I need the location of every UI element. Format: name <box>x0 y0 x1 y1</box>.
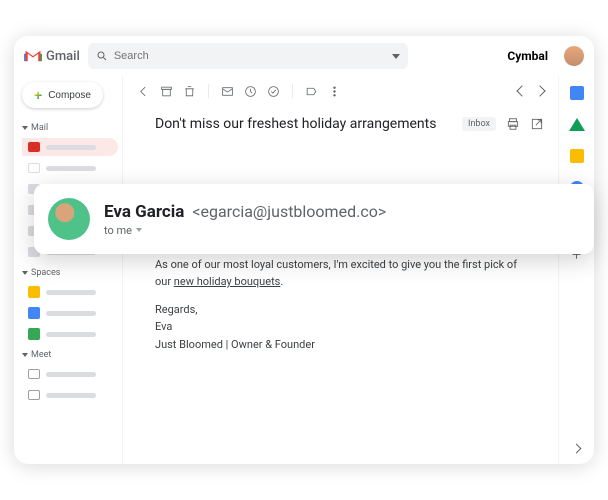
open-new-window-icon[interactable] <box>530 117 544 131</box>
recipient-line[interactable]: to me <box>104 224 386 237</box>
sender-avatar[interactable] <box>48 198 90 240</box>
back-icon[interactable] <box>137 85 150 98</box>
section-meet[interactable]: Meet <box>22 350 118 360</box>
sender-name: Eva Garcia <box>104 202 184 222</box>
bouquets-link[interactable]: new holiday bouquets <box>174 275 281 288</box>
section-spaces[interactable]: Spaces <box>22 268 118 278</box>
sidebar-item[interactable] <box>22 159 118 177</box>
plus-icon: + <box>34 88 42 102</box>
sender-email: <egarcia@justbloomed.co> <box>192 202 386 221</box>
main-pane: Don't miss our freshest holiday arrangem… <box>122 76 558 464</box>
body: + Compose Mail <box>14 76 594 464</box>
caret-icon <box>22 126 28 130</box>
sidebar-space[interactable] <box>22 304 118 322</box>
space-icon <box>28 286 40 298</box>
section-mail[interactable]: Mail <box>22 123 118 133</box>
video-icon <box>28 369 40 379</box>
toolbar <box>123 76 558 106</box>
space-icon <box>28 307 40 319</box>
keep-icon[interactable] <box>570 149 584 163</box>
gmail-logo[interactable]: Gmail <box>24 49 80 64</box>
right-rail: + <box>558 76 594 464</box>
print-icon[interactable] <box>506 117 520 131</box>
email-paragraph: As one of our most loyal customers, I'm … <box>155 256 526 291</box>
add-task-icon[interactable] <box>267 85 280 98</box>
compose-button[interactable]: + Compose <box>22 82 103 108</box>
snooze-icon[interactable] <box>244 85 257 98</box>
gmail-icon <box>24 49 42 63</box>
chevron-down-icon <box>136 228 142 232</box>
labels-icon[interactable] <box>305 85 318 98</box>
caret-icon <box>22 353 28 357</box>
inbox-icon <box>28 142 40 152</box>
search-input[interactable] <box>114 50 386 62</box>
email-subject: Don't miss our freshest holiday arrangem… <box>155 116 452 132</box>
sidebar-space[interactable] <box>22 283 118 301</box>
sidebar-meet-item[interactable] <box>22 365 118 383</box>
space-icon <box>28 328 40 340</box>
sidebar-space[interactable] <box>22 325 118 343</box>
compose-label: Compose <box>48 90 91 101</box>
email-signature: Regards, Eva Just Bloomed | Owner & Foun… <box>155 301 526 354</box>
search-icon <box>96 50 108 62</box>
keyboard-icon <box>28 390 40 400</box>
next-button[interactable] <box>534 85 545 96</box>
caret-icon <box>22 271 28 275</box>
star-icon <box>28 163 40 173</box>
sidebar: + Compose Mail <box>14 76 122 464</box>
calendar-icon[interactable] <box>570 86 584 100</box>
subject-row: Don't miss our freshest holiday arrangem… <box>123 106 558 144</box>
archive-icon[interactable] <box>160 85 173 98</box>
search-options-icon[interactable] <box>392 54 400 59</box>
workspace-brand: Cymbal <box>507 49 548 63</box>
inbox-label[interactable]: Inbox <box>462 117 496 131</box>
sidebar-item-inbox[interactable] <box>22 138 118 156</box>
search-bar[interactable] <box>88 43 408 69</box>
collapse-rail-icon[interactable] <box>572 444 582 454</box>
app-name: Gmail <box>46 49 80 64</box>
drive-icon[interactable] <box>569 118 585 131</box>
delete-icon[interactable] <box>183 85 196 98</box>
sidebar-meet-item[interactable] <box>22 386 118 404</box>
mark-unread-icon[interactable] <box>221 85 234 98</box>
header: Gmail Cymbal <box>14 36 594 76</box>
sender-card: Eva Garcia <egarcia@justbloomed.co> to m… <box>34 184 594 254</box>
account-avatar[interactable] <box>564 46 584 66</box>
prev-button[interactable] <box>516 85 527 96</box>
more-icon[interactable] <box>328 85 341 98</box>
